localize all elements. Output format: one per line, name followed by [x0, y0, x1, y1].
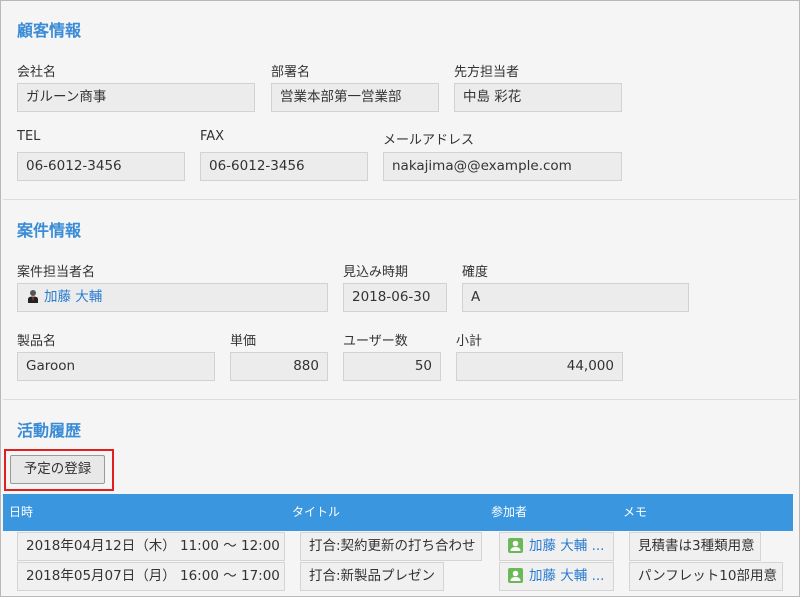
- register-schedule-button[interactable]: 予定の登録: [10, 455, 105, 484]
- subtotal-field: 44,000: [456, 352, 623, 381]
- user-avatar-icon: [26, 286, 40, 303]
- participant-name-link[interactable]: 加藤 大輔 ...: [529, 568, 604, 584]
- participant-name-link[interactable]: 加藤 大輔 ...: [529, 538, 604, 554]
- table-row-title-link[interactable]: 打合:新製品プレゼン: [300, 562, 444, 591]
- section-divider: [3, 399, 797, 400]
- user-avatar-icon: [508, 538, 523, 553]
- subtotal-label: 小計: [456, 334, 483, 349]
- section-divider: [3, 199, 797, 200]
- user-avatar-icon: [508, 568, 523, 583]
- owner-label: 案件担当者名: [17, 265, 96, 280]
- table-row-memo: 見積書は3種類用意: [629, 532, 761, 561]
- table-row-participant[interactable]: 加藤 大輔 ...: [499, 532, 614, 561]
- product-label: 製品名: [17, 334, 57, 349]
- dept-field: 営業本部第一営業部: [271, 83, 439, 112]
- contact-label: 先方担当者: [454, 65, 520, 80]
- table-row-participant[interactable]: 加藤 大輔 ...: [499, 562, 614, 591]
- company-field: ガルーン商事: [17, 83, 255, 112]
- company-label: 会社名: [17, 65, 57, 80]
- table-row-datetime: 2018年04月12日（木） 11:00 ～ 12:00: [17, 532, 285, 561]
- email-field: nakajima@@example.com: [383, 152, 622, 181]
- certainty-field: A: [462, 283, 689, 312]
- dept-label: 部署名: [271, 65, 311, 80]
- column-header-datetime: 日時: [9, 505, 34, 519]
- fax-field: 06-6012-3456: [200, 152, 368, 181]
- users-field: 50: [343, 352, 441, 381]
- customer-section-title: 顧客情報: [17, 21, 82, 40]
- column-header-title: タイトル: [292, 505, 341, 519]
- unit-price-label: 単価: [230, 334, 257, 349]
- column-header-participants: 参加者: [491, 505, 528, 519]
- tel-label: TEL: [17, 129, 41, 144]
- product-field: Garoon: [17, 352, 215, 381]
- table-row-memo: パンフレット10部用意: [629, 562, 783, 591]
- column-header-memo: メモ: [623, 505, 648, 519]
- table-row-datetime: 2018年05月07日（月） 16:00 ～ 17:00: [17, 562, 285, 591]
- record-detail-panel: 顧客情報 会社名 ガルーン商事 部署名 営業本部第一営業部 先方担当者 中島 彩…: [0, 0, 800, 597]
- table-row-title-link[interactable]: 打合:契約更新の打ち合わせ: [300, 532, 482, 561]
- deal-section-title: 案件情報: [17, 221, 82, 240]
- fax-label: FAX: [200, 129, 225, 144]
- unit-price-field: 880: [230, 352, 328, 381]
- email-label: メールアドレス: [383, 133, 475, 148]
- certainty-label: 確度: [462, 265, 489, 280]
- forecast-field: 2018-06-30: [343, 283, 447, 312]
- tel-field: 06-6012-3456: [17, 152, 185, 181]
- activity-table-header: 日時 タイトル 参加者 メモ: [3, 494, 793, 531]
- owner-field: 加藤 大輔: [17, 283, 328, 312]
- activity-section-title: 活動履歴: [17, 421, 82, 440]
- owner-name-link[interactable]: 加藤 大輔: [44, 289, 102, 305]
- contact-field: 中島 彩花: [454, 83, 622, 112]
- users-label: ユーザー数: [343, 334, 408, 349]
- forecast-label: 見込み時期: [343, 265, 409, 280]
